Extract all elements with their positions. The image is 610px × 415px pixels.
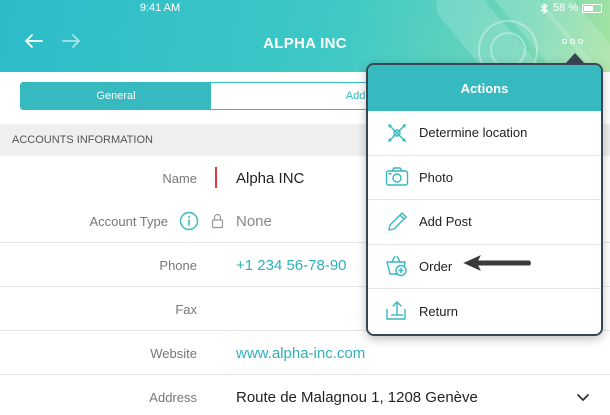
field-label: Website (150, 345, 197, 361)
field-value-account-type: None (236, 212, 272, 230)
basket-add-icon (386, 255, 407, 277)
action-label: Photo (419, 169, 453, 185)
location-icon (388, 123, 406, 142)
action-return[interactable]: Return (368, 289, 601, 334)
field-label: Phone (159, 257, 197, 273)
battery-percent: 58 % (552, 2, 578, 14)
page-title: ALPHA INC (263, 35, 347, 52)
field-label: Account Type (89, 213, 168, 229)
more-dot-icon (562, 38, 567, 44)
field-value-phone[interactable]: +1 234 56-78-90 (236, 243, 347, 287)
popover-title: Actions (368, 65, 601, 111)
lock-icon (211, 213, 224, 229)
camera-icon (385, 167, 409, 186)
action-determine-location[interactable]: Determine location (368, 111, 601, 156)
return-icon (386, 301, 406, 320)
action-label: Return (419, 303, 459, 319)
field-value-name[interactable]: Alpha INC (236, 156, 304, 200)
field-label: Address (149, 389, 197, 405)
pencil-icon (388, 212, 407, 231)
status-time: 9:41 AM (139, 2, 181, 14)
annotation-arrow-icon (460, 252, 532, 274)
field-value-website[interactable]: www.alpha-inc.com (236, 331, 365, 375)
status-indicators: 58 % (540, 2, 602, 14)
app-header: 9:41 AM 58 % ALPHA INC (0, 0, 610, 72)
action-photo[interactable]: Photo (368, 155, 601, 200)
bluetooth-icon (540, 2, 548, 14)
action-label: Order (419, 258, 453, 274)
info-icon[interactable] (179, 211, 199, 231)
more-options-button[interactable] (562, 34, 588, 48)
field-value-address[interactable]: Route de Malagnou 1, 1208 Genève (236, 375, 478, 415)
action-label: Determine location (419, 125, 528, 141)
more-dot-icon (570, 38, 575, 44)
tab-general[interactable]: General (21, 83, 211, 109)
field-label: Name (162, 170, 197, 186)
action-add-post[interactable]: Add Post (368, 200, 601, 245)
battery-icon (582, 3, 602, 13)
field-label: Fax (175, 301, 197, 317)
chevron-down-icon[interactable] (576, 390, 590, 404)
action-label: Add Post (419, 214, 472, 230)
field-row-website[interactable]: Website www.alpha-inc.com (0, 331, 610, 375)
field-row-address[interactable]: Address Route de Malagnou 1, 1208 Genève (0, 375, 610, 415)
required-indicator (215, 167, 217, 188)
actions-popover: Actions Determine location Photo Add Pos… (366, 63, 603, 336)
more-dot-icon (578, 38, 583, 44)
